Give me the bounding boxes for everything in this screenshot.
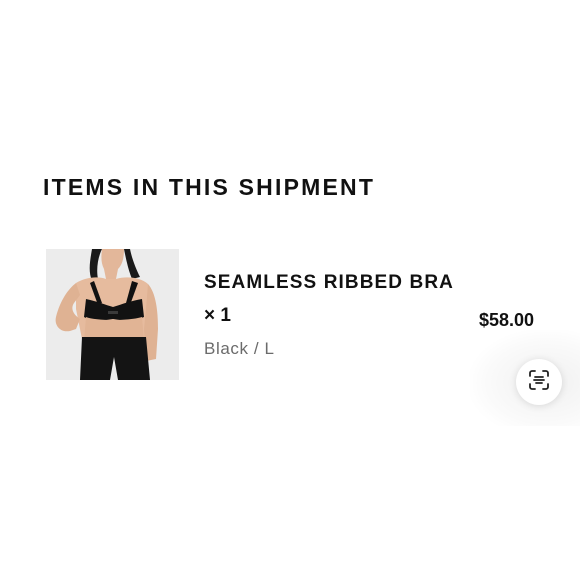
product-price: $58.00 (478, 310, 534, 330)
scan-text-icon (527, 368, 551, 397)
product-image[interactable] (46, 249, 179, 380)
product-variant: Black / L (204, 339, 275, 358)
product-quantity: × 1 (204, 305, 231, 326)
product-name[interactable]: SEAMLESS RIBBED BRA (204, 272, 454, 294)
scan-text-button[interactable] (516, 359, 562, 405)
section-title: ITEMS IN THIS SHIPMENT (43, 174, 376, 200)
